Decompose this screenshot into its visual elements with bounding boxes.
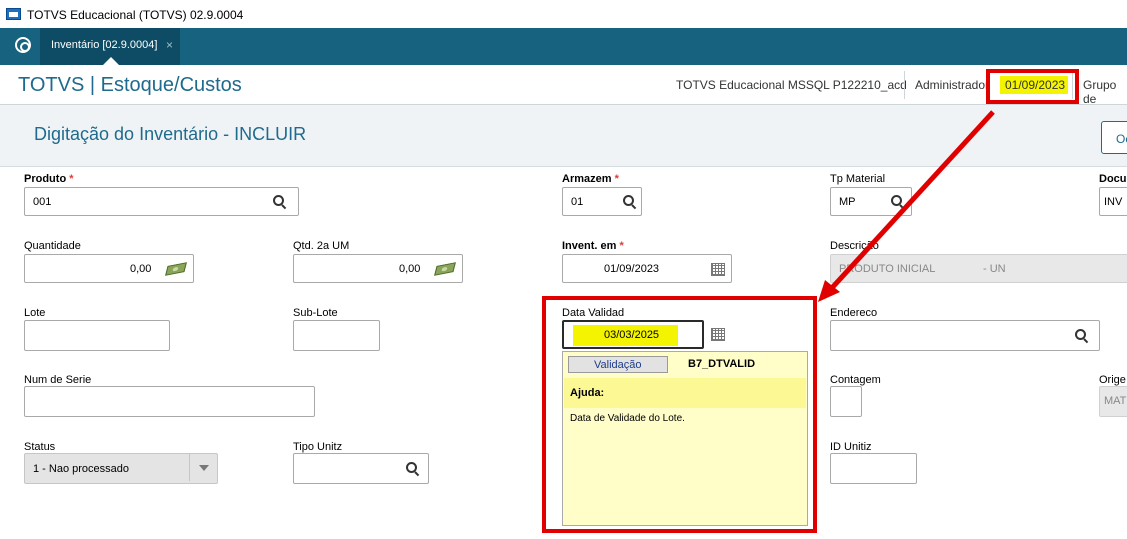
- armazem-label: Armazem *: [562, 173, 619, 185]
- search-icon[interactable]: [406, 462, 420, 476]
- group-info: Grupo de: [1072, 71, 1127, 106]
- tab-label: Inventário [02.9.0004]: [51, 39, 158, 51]
- sublote-label: Sub-Lote: [293, 307, 338, 319]
- armazem-value: 01: [571, 196, 584, 208]
- tp-material-value: MP: [839, 196, 856, 208]
- quantidade-label: Quantidade: [24, 240, 81, 252]
- documento-label: Docu: [1099, 173, 1127, 185]
- contagem-label: Contagem: [830, 374, 881, 386]
- produto-label: Produto *: [24, 173, 74, 185]
- app-window-icon: [6, 8, 21, 20]
- calendar-icon[interactable]: [711, 263, 725, 276]
- app-header: TOTVS | Estoque/Custos TOTVS Educacional…: [0, 65, 1127, 106]
- status-label: Status: [24, 441, 56, 453]
- confirm-button[interactable]: Oc: [1101, 121, 1127, 154]
- tipo-unitz-label: Tipo Unitz: [293, 441, 343, 453]
- produto-field[interactable]: 001: [24, 187, 299, 216]
- id-unitz-field[interactable]: [830, 453, 917, 484]
- tab-inventario[interactable]: Inventário [02.9.0004] ×: [40, 28, 180, 65]
- qtd2-field[interactable]: 0,00: [293, 254, 463, 283]
- window-title: TOTVS Educacional (TOTVS) 02.9.0004: [27, 8, 244, 22]
- num-serie-field[interactable]: [24, 386, 315, 417]
- descricao-unit: - UN: [983, 263, 1006, 275]
- documento-value: INV: [1104, 196, 1123, 208]
- calculator-icon[interactable]: [434, 262, 456, 276]
- search-icon[interactable]: [1075, 329, 1089, 343]
- qtd2-value: 0,00: [399, 263, 421, 275]
- annotation-box-date: [986, 69, 1079, 104]
- tab-bar: Inventário [02.9.0004] ×: [0, 28, 1127, 65]
- close-tab-icon[interactable]: ×: [166, 38, 173, 52]
- active-tab-indicator: [103, 57, 119, 65]
- qtd2-label: Qtd. 2a UM: [293, 240, 350, 252]
- num-serie-label: Num de Serie: [24, 374, 92, 386]
- origem-field: MAT: [1099, 386, 1127, 417]
- sublote-field[interactable]: [293, 320, 380, 351]
- tp-material-label: Tp Material: [830, 173, 886, 185]
- id-unitz-label: ID Unitiz: [830, 441, 872, 453]
- origem-label: Orige: [1099, 374, 1126, 386]
- produto-value: 001: [33, 196, 52, 208]
- page-header: Digitação do Inventário - INCLUIR Oc: [0, 105, 1127, 167]
- search-icon[interactable]: [891, 195, 905, 209]
- origem-value: MAT: [1104, 395, 1127, 407]
- chevron-down-icon[interactable]: [189, 454, 217, 481]
- status-value: 1 - Nao processado: [33, 463, 129, 475]
- quantidade-field[interactable]: 0,00: [24, 254, 194, 283]
- invent-em-field[interactable]: 01/09/2023: [562, 254, 732, 283]
- user-info: Administrador: [904, 71, 989, 99]
- contagem-field[interactable]: [830, 386, 862, 417]
- descricao-label: Descrição: [830, 240, 879, 252]
- annotation-box-help: [542, 296, 817, 533]
- endereco-field[interactable]: [830, 320, 1100, 351]
- invent-em-label: Invent. em *: [562, 240, 624, 252]
- armazem-field[interactable]: 01: [562, 187, 642, 216]
- descricao-value: PRODUTO INICIAL: [839, 263, 936, 275]
- search-icon[interactable]: [623, 195, 637, 209]
- tipo-unitz-field[interactable]: [293, 453, 429, 484]
- window-titlebar: TOTVS Educacional (TOTVS) 02.9.0004: [0, 0, 1127, 28]
- endereco-label: Endereco: [830, 307, 878, 319]
- calculator-icon[interactable]: [165, 262, 187, 276]
- environment-info: TOTVS Educacional MSSQL P122210_acd: [676, 78, 907, 92]
- lote-label: Lote: [24, 307, 46, 319]
- page-title: Digitação do Inventário - INCLUIR: [34, 124, 307, 144]
- quantidade-value: 0,00: [130, 263, 152, 275]
- descricao-field: PRODUTO INICIAL - UN: [830, 254, 1127, 283]
- documento-field[interactable]: INV: [1099, 187, 1127, 216]
- brand-title: TOTVS | Estoque/Custos: [18, 74, 242, 96]
- invent-em-value: 01/09/2023: [604, 263, 660, 275]
- lote-field[interactable]: [24, 320, 170, 351]
- home-icon[interactable]: [15, 37, 31, 53]
- status-select[interactable]: 1 - Nao processado: [24, 453, 218, 484]
- tp-material-field[interactable]: MP: [830, 187, 912, 216]
- search-icon[interactable]: [273, 195, 287, 209]
